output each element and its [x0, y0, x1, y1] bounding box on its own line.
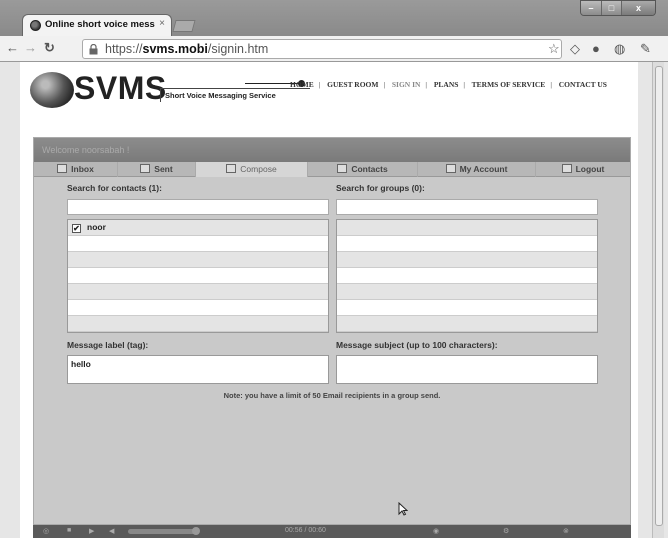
- site-logo[interactable]: SVMS Short Voice Messaging Service: [30, 70, 310, 110]
- nav-contact-us[interactable]: CONTACT US: [559, 80, 607, 89]
- browser-tab[interactable]: Online short voice messagi ×: [22, 14, 172, 36]
- close-window-button[interactable]: x: [621, 1, 655, 15]
- list-item: [68, 316, 328, 332]
- tab-my-account[interactable]: My Account: [418, 162, 536, 177]
- list-item: [337, 220, 597, 236]
- settings-icon[interactable]: ⚙: [503, 527, 509, 535]
- list-item: [337, 300, 597, 316]
- recipient-limit-note: Note: you have a limit of 50 Email recip…: [223, 391, 441, 400]
- tools-icon: [445, 164, 456, 173]
- logo-tagline: Short Voice Messaging Service: [160, 88, 310, 102]
- list-item: [337, 284, 597, 300]
- browser-toolbar: ← → ↻ https://svms.mobi/signin.htm ☆ ◇ ●…: [0, 36, 668, 62]
- extension-icon[interactable]: ●: [592, 41, 600, 56]
- list-item: [68, 268, 328, 284]
- tab-close-icon[interactable]: ×: [159, 18, 165, 29]
- sent-icon: [140, 164, 151, 173]
- welcome-message: Welcome noorsabah !: [34, 138, 630, 162]
- list-item: [68, 236, 328, 252]
- nav-plans[interactable]: PLANS: [434, 80, 459, 89]
- search-contacts-input[interactable]: [67, 199, 329, 215]
- globe-icon: [30, 72, 74, 108]
- page-scrollbar[interactable]: [652, 62, 664, 538]
- tab-inbox[interactable]: Inbox: [34, 162, 118, 177]
- mouse-cursor-icon: [398, 502, 408, 516]
- volume-slider[interactable]: [128, 527, 200, 535]
- minimize-button[interactable]: –: [581, 1, 601, 15]
- compose-icon: [226, 164, 237, 173]
- message-label-input[interactable]: hello: [67, 355, 329, 384]
- contacts-list: ✔ noor: [67, 219, 329, 333]
- forward-arrow-icon[interactable]: →: [24, 40, 37, 55]
- nav-terms[interactable]: TERMS OF SERVICE: [472, 80, 546, 89]
- stop-icon[interactable]: ■: [67, 527, 71, 534]
- new-tab-button[interactable]: [172, 20, 196, 32]
- close-player-icon[interactable]: ⊗: [563, 527, 569, 535]
- volume-icon[interactable]: ◀: [109, 527, 114, 535]
- groups-list: [336, 219, 598, 333]
- search-contacts-label: Search for contacts (1):: [67, 183, 162, 193]
- contacts-icon: [337, 164, 348, 173]
- tab-contacts[interactable]: Contacts: [308, 162, 418, 177]
- site-favicon-icon: [30, 20, 41, 31]
- top-nav: HOME | GUEST ROOM | SIGN IN | PLANS | TERMS …: [290, 80, 607, 89]
- search-groups-label: Search for groups (0):: [336, 183, 425, 193]
- tab-title: Online short voice messagi: [45, 19, 155, 30]
- logout-icon: [561, 164, 572, 173]
- record-icon[interactable]: ◎: [43, 527, 49, 535]
- nav-home[interactable]: HOME: [290, 80, 314, 89]
- message-label-label: Message label (tag):: [67, 340, 149, 350]
- tab-bar: Online short voice messagi ×: [0, 10, 668, 36]
- inbox-icon: [57, 164, 68, 173]
- reload-icon[interactable]: ↻: [44, 40, 55, 56]
- logo-text: SVMS: [74, 70, 167, 106]
- compose-panel: Welcome noorsabah ! Inbox Sent Compose C…: [33, 137, 631, 525]
- wrench-menu-icon[interactable]: ✎: [640, 41, 651, 57]
- contact-checkbox[interactable]: ✔: [72, 224, 81, 233]
- address-bar[interactable]: https://svms.mobi/signin.htm: [82, 39, 562, 59]
- maximize-button[interactable]: □: [601, 1, 621, 15]
- bookmark-star-icon[interactable]: ☆: [548, 41, 560, 57]
- url-text: https://svms.mobi/signin.htm: [105, 42, 269, 56]
- extension-icon[interactable]: ◇: [570, 41, 580, 57]
- contact-row[interactable]: ✔ noor: [68, 220, 328, 236]
- list-item: [68, 300, 328, 316]
- extension-icon[interactable]: ◍: [614, 41, 625, 57]
- search-groups-input[interactable]: [336, 199, 598, 215]
- player-time: 00:56 / 00:60: [285, 527, 326, 534]
- message-subject-input[interactable]: [336, 355, 598, 384]
- message-subject-label: Message subject (up to 100 characters):: [336, 340, 498, 350]
- nav-sign-in[interactable]: SIGN IN: [392, 80, 421, 89]
- back-arrow-icon[interactable]: ←: [6, 40, 19, 55]
- list-item: [337, 252, 597, 268]
- tab-compose[interactable]: Compose: [196, 162, 308, 177]
- window-controls: – □ x: [580, 0, 656, 16]
- tab-logout[interactable]: Logout: [536, 162, 630, 177]
- tab-sent[interactable]: Sent: [118, 162, 196, 177]
- audio-player-bar: ◎ ■ ▶ ◀ 00:56 / 00:60 ◉ ⚙ ⊗: [33, 525, 631, 538]
- record-toggle-icon[interactable]: ◉: [433, 527, 439, 535]
- list-item: [68, 252, 328, 268]
- nav-guest-room[interactable]: GUEST ROOM: [327, 80, 378, 89]
- list-item: [337, 268, 597, 284]
- panel-tabs: Inbox Sent Compose Contacts My Account L…: [34, 162, 630, 177]
- lock-icon: [89, 44, 98, 55]
- list-item: [337, 236, 597, 252]
- play-icon[interactable]: ▶: [89, 527, 94, 535]
- list-item: [68, 284, 328, 300]
- list-item: [337, 316, 597, 332]
